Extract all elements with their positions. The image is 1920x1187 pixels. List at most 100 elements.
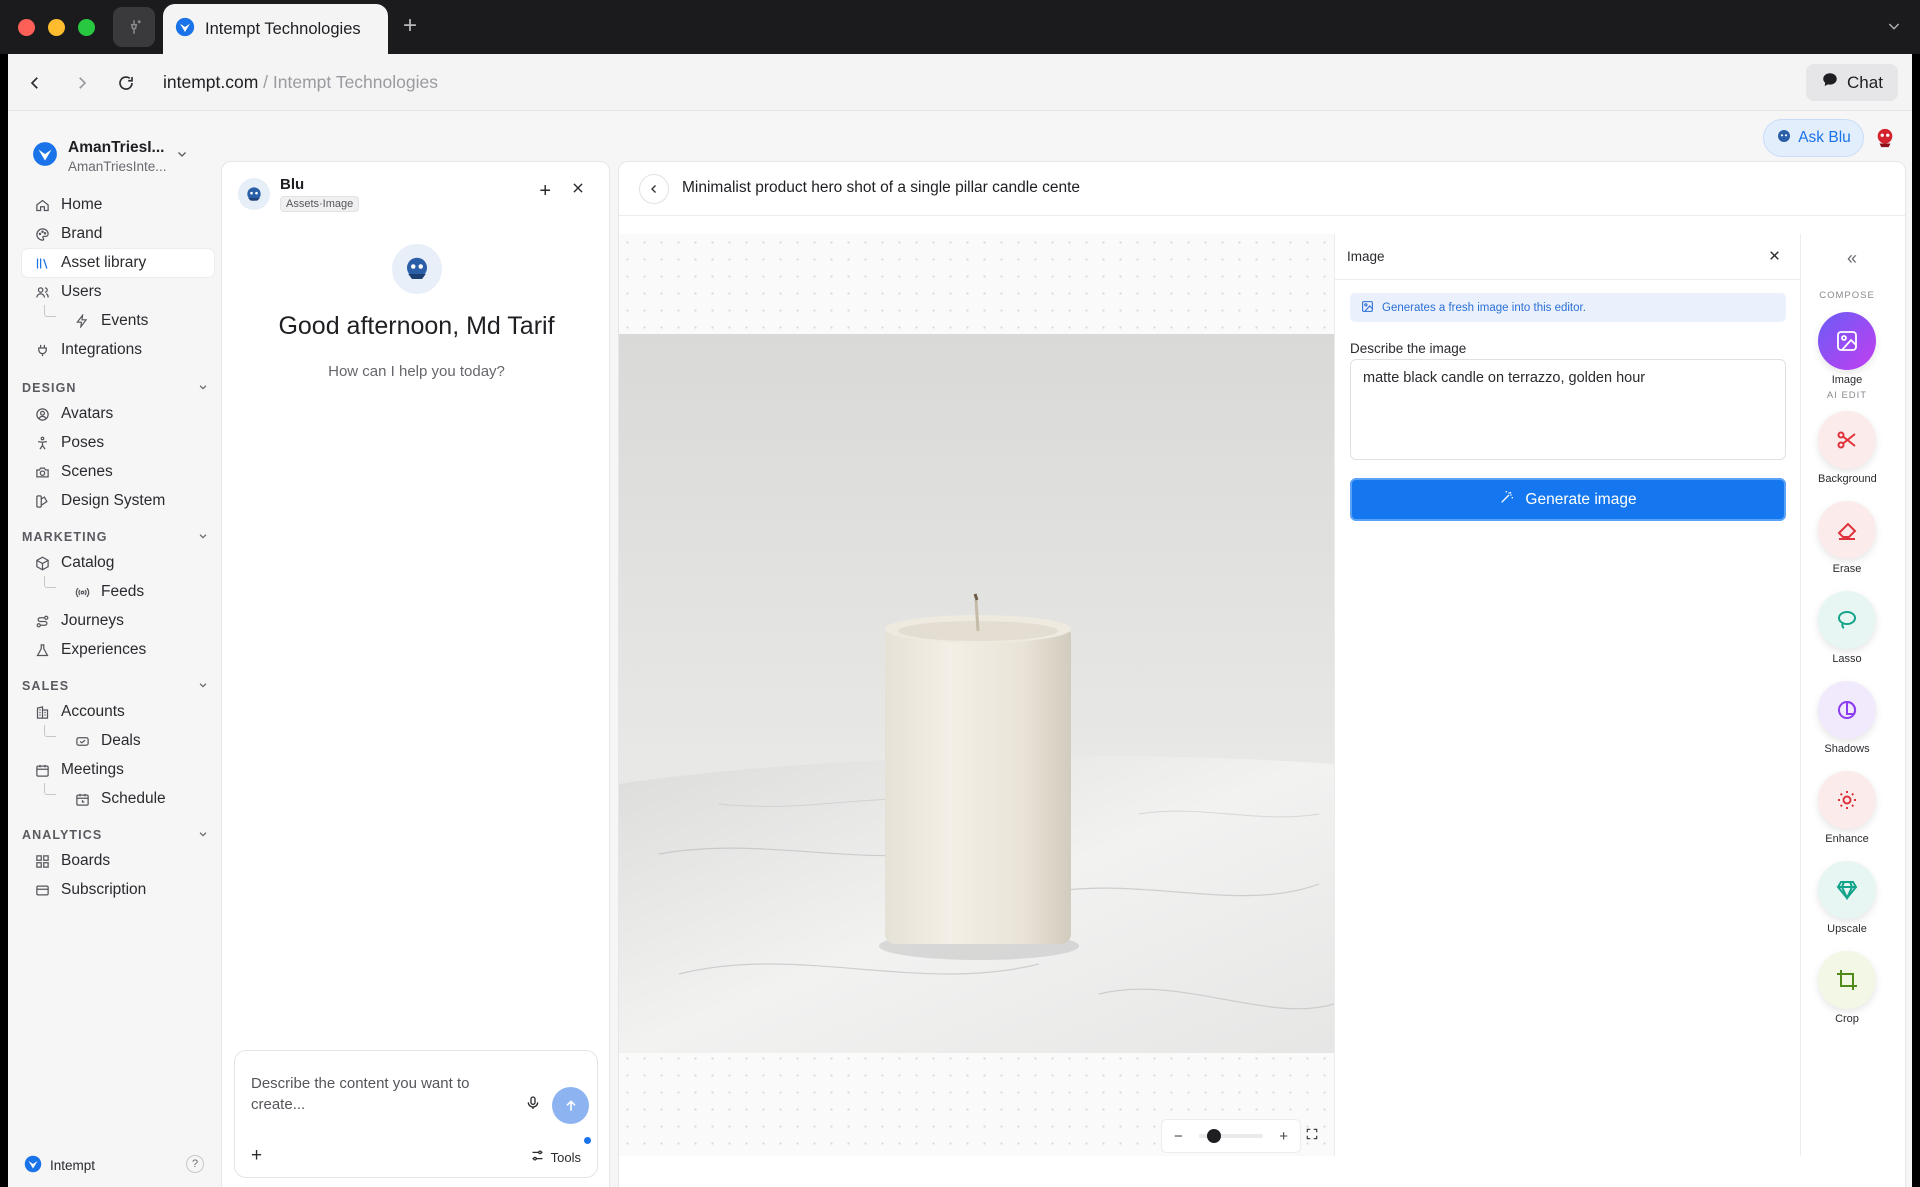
maximize-window-button[interactable] <box>78 19 95 36</box>
sidebar-item-integrations[interactable]: Integrations <box>22 336 214 364</box>
generate-image-button[interactable]: Generate image <box>1350 478 1786 521</box>
tool-rail: « COMPOSE Image AI EDIT Background Erase… <box>1800 234 1905 1156</box>
address-bar: intempt.com / Intempt Technologies Chat <box>8 54 1912 110</box>
tool-image[interactable]: Image <box>1818 312 1876 386</box>
tool-erase[interactable]: Erase <box>1818 501 1876 575</box>
tab-list-chevron-icon[interactable] <box>1886 18 1902 39</box>
sidebar-item-subscription[interactable]: Subscription <box>22 876 214 904</box>
calendar-clock-icon <box>74 791 90 807</box>
user-avatar[interactable] <box>1874 127 1896 149</box>
zoom-slider[interactable] <box>1199 1129 1263 1143</box>
route-icon <box>34 613 50 629</box>
sidebar-item-deals[interactable]: Deals <box>60 727 214 755</box>
sidebar-item-poses[interactable]: Poses <box>22 429 214 457</box>
candle-product-image[interactable] <box>619 334 1334 1053</box>
figure-icon <box>34 435 50 451</box>
close-window-button[interactable] <box>18 19 35 36</box>
tool-upscale[interactable]: Upscale <box>1818 861 1876 935</box>
section-marketing-header[interactable]: MARKETING <box>22 530 208 544</box>
sidebar-item-meetings[interactable]: Meetings <box>22 756 214 784</box>
image-prompt-textarea[interactable]: matte black candle on terrazzo, golden h… <box>1350 359 1786 460</box>
sidebar-item-label: Accounts <box>61 703 125 720</box>
new-tab-button[interactable]: + <box>403 14 417 38</box>
url-field[interactable]: intempt.com / Intempt Technologies <box>163 72 438 93</box>
zoom-slider-knob[interactable] <box>1206 1129 1221 1143</box>
shadow-icon <box>1818 681 1876 739</box>
browser-tab-active[interactable]: Intempt Technologies <box>163 4 388 54</box>
forward-arrow-icon[interactable] <box>71 72 93 94</box>
help-icon[interactable]: ? <box>186 1155 204 1173</box>
collapse-double-chevron-icon[interactable]: « <box>1847 248 1857 269</box>
sidebar-item-asset-library[interactable]: Asset library <box>22 249 214 277</box>
workspace-subtitle: AmanTriesInte... <box>68 159 167 174</box>
building-icon <box>34 704 50 720</box>
tree-connector <box>44 725 56 737</box>
sidebar-item-schedule[interactable]: Schedule <box>60 785 214 813</box>
sidebar-item-brand[interactable]: Brand <box>22 220 214 248</box>
lasso-icon <box>1818 591 1876 649</box>
sidebar-item-design-system[interactable]: Design System <box>22 487 214 515</box>
panel-title: Image <box>1347 249 1385 264</box>
reload-icon[interactable] <box>115 72 137 94</box>
sidebar-item-boards[interactable]: Boards <box>22 847 214 875</box>
sidebar-footer[interactable]: Intempt ? <box>24 1155 204 1176</box>
sidebar-item-home[interactable]: Home <box>22 191 214 219</box>
workspace-switcher[interactable]: AmanTriesI... AmanTriesInte... <box>32 139 167 174</box>
tool-shadows[interactable]: Shadows <box>1818 681 1876 755</box>
sidebar-item-catalog[interactable]: Catalog <box>22 549 214 577</box>
section-design-header[interactable]: DESIGN <box>22 381 208 395</box>
sidebar-item-events[interactable]: Events <box>60 307 214 335</box>
tool-crop[interactable]: Crop <box>1818 951 1876 1025</box>
sidebar-item-label: Brand <box>61 225 103 242</box>
flask-icon <box>34 642 50 658</box>
sidebar: AmanTriesI... AmanTriesInte... Home Bran… <box>8 111 220 1187</box>
chat-label: Chat <box>1847 72 1883 92</box>
attach-plus-button[interactable]: + <box>251 1146 262 1165</box>
zoom-out-button[interactable]: − <box>1174 1128 1183 1145</box>
close-icon[interactable] <box>1768 249 1781 267</box>
pinned-tab-icon[interactable] <box>113 7 155 47</box>
tool-lasso[interactable]: Lasso <box>1818 591 1876 665</box>
sidebar-item-feeds[interactable]: Feeds <box>60 578 214 606</box>
back-arrow-icon[interactable] <box>24 72 46 94</box>
intempt-logo-icon <box>24 1155 42 1176</box>
section-sales-header[interactable]: SALES <box>22 679 208 693</box>
chat-button[interactable]: Chat <box>1806 64 1898 101</box>
url-separator: / <box>258 72 273 92</box>
bolt-icon <box>74 313 90 329</box>
sidebar-item-avatars[interactable]: Avatars <box>22 400 214 428</box>
sidebar-item-label: Feeds <box>101 583 145 600</box>
editor-canvas[interactable]: − + <box>619 234 1334 1156</box>
send-button[interactable] <box>552 1087 589 1124</box>
context-tag: Assets·Image <box>280 196 360 212</box>
tool-background[interactable]: Background <box>1818 411 1877 485</box>
intempt-logo-icon <box>175 17 195 42</box>
sidebar-item-accounts[interactable]: Accounts <box>22 698 214 726</box>
sidebar-item-experiences[interactable]: Experiences <box>22 636 214 664</box>
sidebar-item-label: Users <box>61 283 102 300</box>
sidebar-item-label: Scenes <box>61 463 113 480</box>
ask-blu-label: Ask Blu <box>1798 129 1851 146</box>
composer-input[interactable]: Describe the content you want to create.… <box>251 1073 501 1115</box>
sidebar-item-scenes[interactable]: Scenes <box>22 458 214 486</box>
image-editor: Minimalist product hero shot of a single… <box>618 161 1906 1187</box>
close-icon[interactable] <box>571 181 585 200</box>
tool-enhance[interactable]: Enhance <box>1818 771 1876 845</box>
fullscreen-icon[interactable] <box>1305 1127 1319 1146</box>
section-analytics-header[interactable]: ANALYTICS <box>22 828 208 842</box>
tools-button[interactable]: Tools <box>530 1148 581 1166</box>
sidebar-item-label: Meetings <box>61 761 124 778</box>
chevron-down-icon[interactable] <box>176 147 188 165</box>
microphone-icon[interactable] <box>525 1095 541 1116</box>
sidebar-item-journeys[interactable]: Journeys <box>22 607 214 635</box>
minimize-window-button[interactable] <box>48 19 65 36</box>
tool-label: Upscale <box>1827 923 1867 935</box>
new-chat-button[interactable]: + <box>539 180 551 203</box>
crop-icon <box>1818 951 1876 1009</box>
sidebar-item-users[interactable]: Users <box>22 278 214 306</box>
back-button[interactable] <box>639 174 669 204</box>
ask-blu-button[interactable]: Ask Blu <box>1763 119 1864 157</box>
zoom-in-button[interactable]: + <box>1279 1128 1288 1145</box>
image-generation-panel: Image Generates a fresh image into this … <box>1334 234 1801 1156</box>
handshake-icon <box>74 733 90 749</box>
